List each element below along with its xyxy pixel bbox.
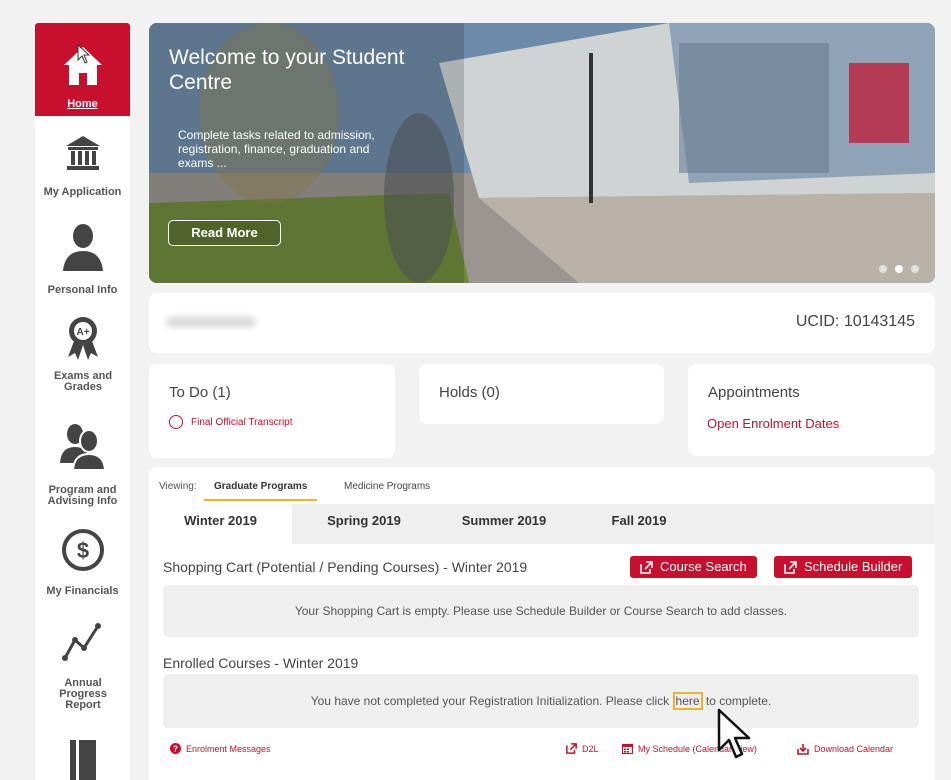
- registration-message: You have not completed your Registration…: [310, 694, 670, 708]
- open-enrolment-dates-link[interactable]: Open Enrolment Dates: [707, 416, 839, 431]
- term-tabs: Winter 2019 Spring 2019 Summer 2019 Fall…: [149, 504, 935, 544]
- question-circle-icon: ?: [170, 743, 181, 754]
- svg-text:$: $: [76, 538, 88, 563]
- institution-icon: [65, 136, 100, 170]
- viewing-label: Viewing:: [159, 481, 197, 492]
- svg-text:?: ?: [173, 745, 178, 754]
- todo-item[interactable]: Final Official Transcript: [169, 415, 293, 429]
- sidebar-item-label: Program and Advising Info: [47, 484, 118, 507]
- appointments-title: Appointments: [708, 384, 800, 401]
- schedule-builder-label: Schedule Builder: [804, 559, 903, 574]
- sidebar-item-my-financials[interactable]: $ My Financials: [35, 528, 130, 597]
- sidebar-item-annual-progress[interactable]: Annual Progress Report: [35, 618, 130, 711]
- appointments-card: Appointments Open Enrolment Dates: [688, 364, 935, 456]
- tab-medicine-programs[interactable]: Medicine Programs: [344, 481, 430, 492]
- download-calendar-label: Download Calendar: [814, 744, 894, 754]
- mouse-cursor-icon: [77, 44, 91, 64]
- hero-title: Welcome to your Student Centre: [169, 46, 405, 94]
- download-calendar-link[interactable]: Download Calendar: [797, 743, 893, 755]
- d2l-label: D2L: [582, 743, 599, 754]
- sidebar-item-home[interactable]: Home: [35, 23, 130, 116]
- advising-icon: [59, 424, 106, 471]
- enrolled-courses-title: Enrolled Courses - Winter 2019: [163, 655, 359, 671]
- enrolment-messages-label: Enrolment Messages: [186, 743, 271, 754]
- sidebar-item-label: Annual Progress Report: [59, 677, 107, 711]
- carousel-dot[interactable]: [911, 265, 919, 273]
- sidebar-item-program-advising[interactable]: Program and Advising Info: [35, 421, 130, 507]
- hero-description: Complete tasks related to admission, reg…: [178, 128, 375, 170]
- schedule-builder-button[interactable]: Schedule Builder: [774, 556, 913, 578]
- here-link[interactable]: here: [672, 692, 703, 710]
- tab-fall-2019[interactable]: Fall 2019: [589, 504, 689, 544]
- tab-summer-2019[interactable]: Summer 2019: [449, 504, 559, 544]
- carousel-dot-active[interactable]: [895, 265, 903, 273]
- sidebar-item-label: My Application: [43, 186, 122, 198]
- tab-graduate-programs[interactable]: Graduate Programs: [204, 481, 318, 501]
- award-icon: A+: [67, 317, 98, 360]
- sidebar-item-my-application[interactable]: My Application: [35, 133, 130, 198]
- calendar-icon: [622, 743, 633, 754]
- external-link-icon: [640, 560, 653, 574]
- shopping-cart-empty-notice: Your Shopping Cart is empty. Please use …: [163, 585, 919, 637]
- sidebar-item-label: Exams and Grades: [53, 370, 113, 393]
- sidebar-item-personal-info[interactable]: Personal Info: [35, 221, 130, 296]
- tab-spring-2019[interactable]: Spring 2019: [309, 504, 419, 544]
- todo-title[interactable]: To Do (1): [169, 384, 231, 401]
- ucid-label: UCID: 10143145: [795, 313, 915, 330]
- mouse-cursor-icon: [717, 708, 751, 759]
- d2l-link[interactable]: D2L: [566, 743, 599, 754]
- carousel-dots: [879, 265, 919, 273]
- chart-line-icon: [61, 623, 101, 661]
- holds-title[interactable]: Holds (0): [439, 384, 500, 401]
- sidebar-item-book[interactable]: [35, 738, 130, 780]
- sidebar-nav: Home My Application Personal Info A+ Exa…: [35, 23, 130, 780]
- dollar-icon: $: [61, 529, 104, 571]
- courses-panel: Viewing: Graduate Programs Medicine Prog…: [149, 467, 935, 780]
- person-icon: [62, 224, 103, 271]
- read-more-button[interactable]: Read More: [168, 220, 281, 246]
- profile-card: UCID: 10143145: [149, 293, 935, 353]
- svg-text:A+: A+: [76, 327, 89, 338]
- course-search-button[interactable]: Course Search: [630, 556, 757, 578]
- sidebar-item-label: My Financials: [46, 585, 119, 597]
- external-link-icon: [784, 560, 797, 574]
- todo-item-label[interactable]: Final Official Transcript: [191, 417, 293, 428]
- enrolment-messages-link[interactable]: ? Enrolment Messages: [170, 743, 271, 754]
- student-name-redacted: [166, 316, 256, 328]
- course-search-label: Course Search: [660, 559, 747, 574]
- sidebar-item-label: Home: [67, 98, 98, 110]
- holds-card: Holds (0): [419, 364, 664, 424]
- registration-message-tail: to complete.: [705, 694, 772, 708]
- download-icon: [797, 744, 809, 755]
- book-icon: [69, 740, 96, 780]
- shopping-cart-title: Shopping Cart (Potential / Pending Cours…: [163, 559, 528, 575]
- todo-card: To Do (1) Final Official Transcript: [149, 364, 395, 458]
- external-link-icon: [566, 743, 577, 754]
- sidebar-item-label: Personal Info: [47, 284, 118, 296]
- circle-icon: [169, 415, 183, 429]
- sidebar-item-exams-grades[interactable]: A+ Exams and Grades: [35, 315, 130, 393]
- tab-winter-2019[interactable]: Winter 2019: [149, 504, 292, 544]
- hero-banner: Welcome to your Student Centre Complete …: [149, 23, 935, 283]
- registration-notice: You have not completed your Registration…: [163, 674, 919, 728]
- carousel-dot[interactable]: [879, 265, 887, 273]
